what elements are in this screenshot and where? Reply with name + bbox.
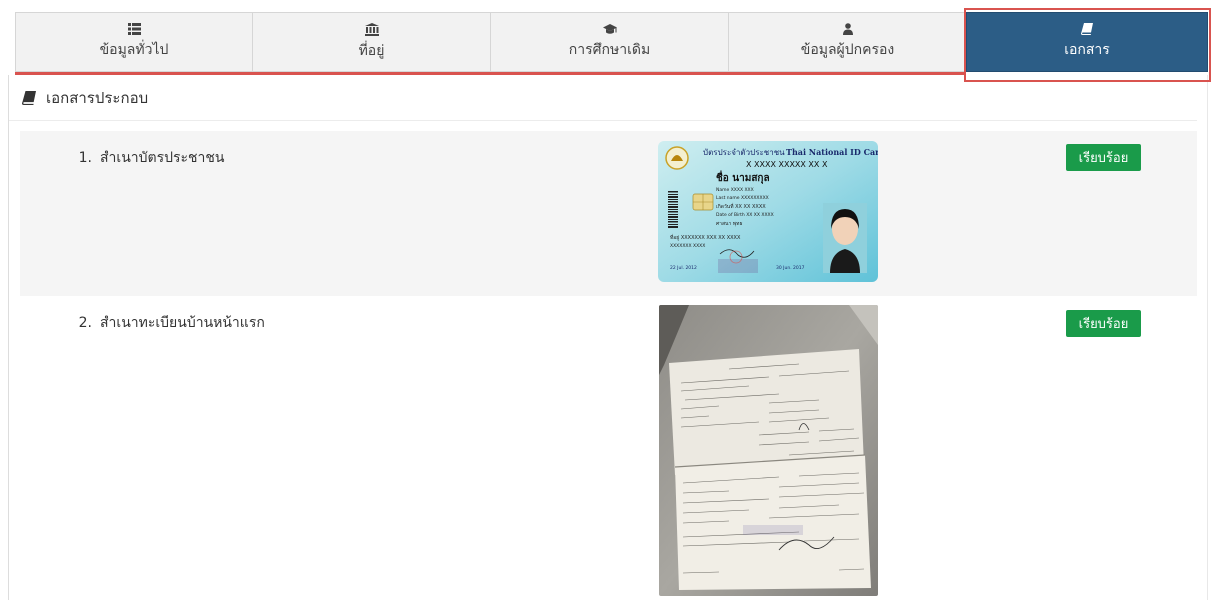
card-expiry-date: 30 Jun. 2017 bbox=[776, 265, 805, 271]
tab-previous-education[interactable]: การศึกษาเดิม bbox=[490, 12, 729, 72]
card-last-name: Last name XXXXXXXXX bbox=[716, 195, 769, 201]
tab-underline bbox=[15, 72, 965, 75]
card-dob-en: Date of Birth XX XX XXXX bbox=[716, 212, 774, 218]
tab-label: การศึกษาเดิม bbox=[568, 41, 651, 58]
section-header: เอกสารประกอบ bbox=[22, 86, 148, 110]
content-right-border bbox=[1207, 75, 1208, 600]
tab-bar: ข้อมูลทั่วไป ที่อยู่ การศึกษาเดิม ข้อมูล… bbox=[15, 12, 1208, 74]
tab-label: ที่อยู่ bbox=[358, 42, 385, 59]
user-icon bbox=[842, 23, 853, 35]
document-label: 1. สำเนาบัตรประชาชน bbox=[68, 147, 225, 169]
card-id-number: X XXXX XXXXX XX X bbox=[746, 160, 828, 169]
tab-label: เอกสาร bbox=[1064, 42, 1110, 58]
document-row: 2. สำเนาทะเบียนบ้านหน้าแรก เรียบร้อย bbox=[20, 296, 1197, 600]
document-name: สำเนาบัตรประชาชน bbox=[100, 150, 225, 166]
card-name-th: ชื่อ นามสกุล bbox=[716, 170, 770, 184]
card-religion: ศาสนา พุทธ bbox=[716, 221, 743, 227]
id-card-image[interactable]: บัตรประจำตัวประชาชน Thai National ID Car… bbox=[658, 141, 878, 282]
card-issue-date: 22 Jul. 2012 bbox=[670, 265, 697, 271]
status-badge: เรียบร้อย bbox=[1066, 144, 1141, 171]
tab-documents[interactable]: เอกสาร bbox=[966, 12, 1208, 72]
card-title-th: บัตรประจำตัวประชาชน bbox=[703, 148, 785, 157]
tab-label: ข้อมูลทั่วไป bbox=[99, 42, 169, 58]
document-number: 2. bbox=[78, 315, 92, 331]
status-badge: เรียบร้อย bbox=[1066, 310, 1141, 337]
document-row: 1. สำเนาบัตรประชาชน บัตรประจำตัวประชาชน T… bbox=[20, 131, 1197, 296]
tab-label: ข้อมูลผู้ปกครอง bbox=[800, 42, 895, 58]
document-name: สำเนาทะเบียนบ้านหน้าแรก bbox=[100, 315, 265, 331]
page: ข้อมูลทั่วไป ที่อยู่ การศึกษาเดิม ข้อมูล… bbox=[0, 0, 1213, 600]
graduation-cap-icon bbox=[602, 23, 617, 35]
section-title: เอกสารประกอบ bbox=[46, 89, 149, 107]
house-registration-image[interactable] bbox=[659, 305, 878, 596]
list-icon bbox=[127, 23, 141, 35]
document-label: 2. สำเนาทะเบียนบ้านหน้าแรก bbox=[68, 312, 265, 334]
card-title-en: Thai National ID Card bbox=[786, 147, 878, 157]
document-number: 1. bbox=[78, 150, 92, 166]
card-name-en: Name XXXX XXX bbox=[716, 187, 754, 193]
card-address: ที่อยู่ XXXXXXX XXX XX XXXX bbox=[670, 234, 741, 241]
tab-general-info[interactable]: ข้อมูลทั่วไป bbox=[15, 12, 253, 72]
tab-address[interactable]: ที่อยู่ bbox=[252, 12, 491, 72]
card-dob-th: เกิดวันที่ XX XX XXXX bbox=[716, 203, 766, 210]
card-address-2: XXXXXXX XXXX bbox=[670, 243, 705, 249]
content-left-border bbox=[8, 75, 9, 600]
book-icon bbox=[22, 91, 36, 105]
tab-guardian-info[interactable]: ข้อมูลผู้ปกครอง bbox=[728, 12, 967, 72]
bank-building-icon bbox=[364, 22, 379, 36]
section-divider bbox=[9, 120, 1197, 121]
book-icon bbox=[1081, 23, 1093, 35]
